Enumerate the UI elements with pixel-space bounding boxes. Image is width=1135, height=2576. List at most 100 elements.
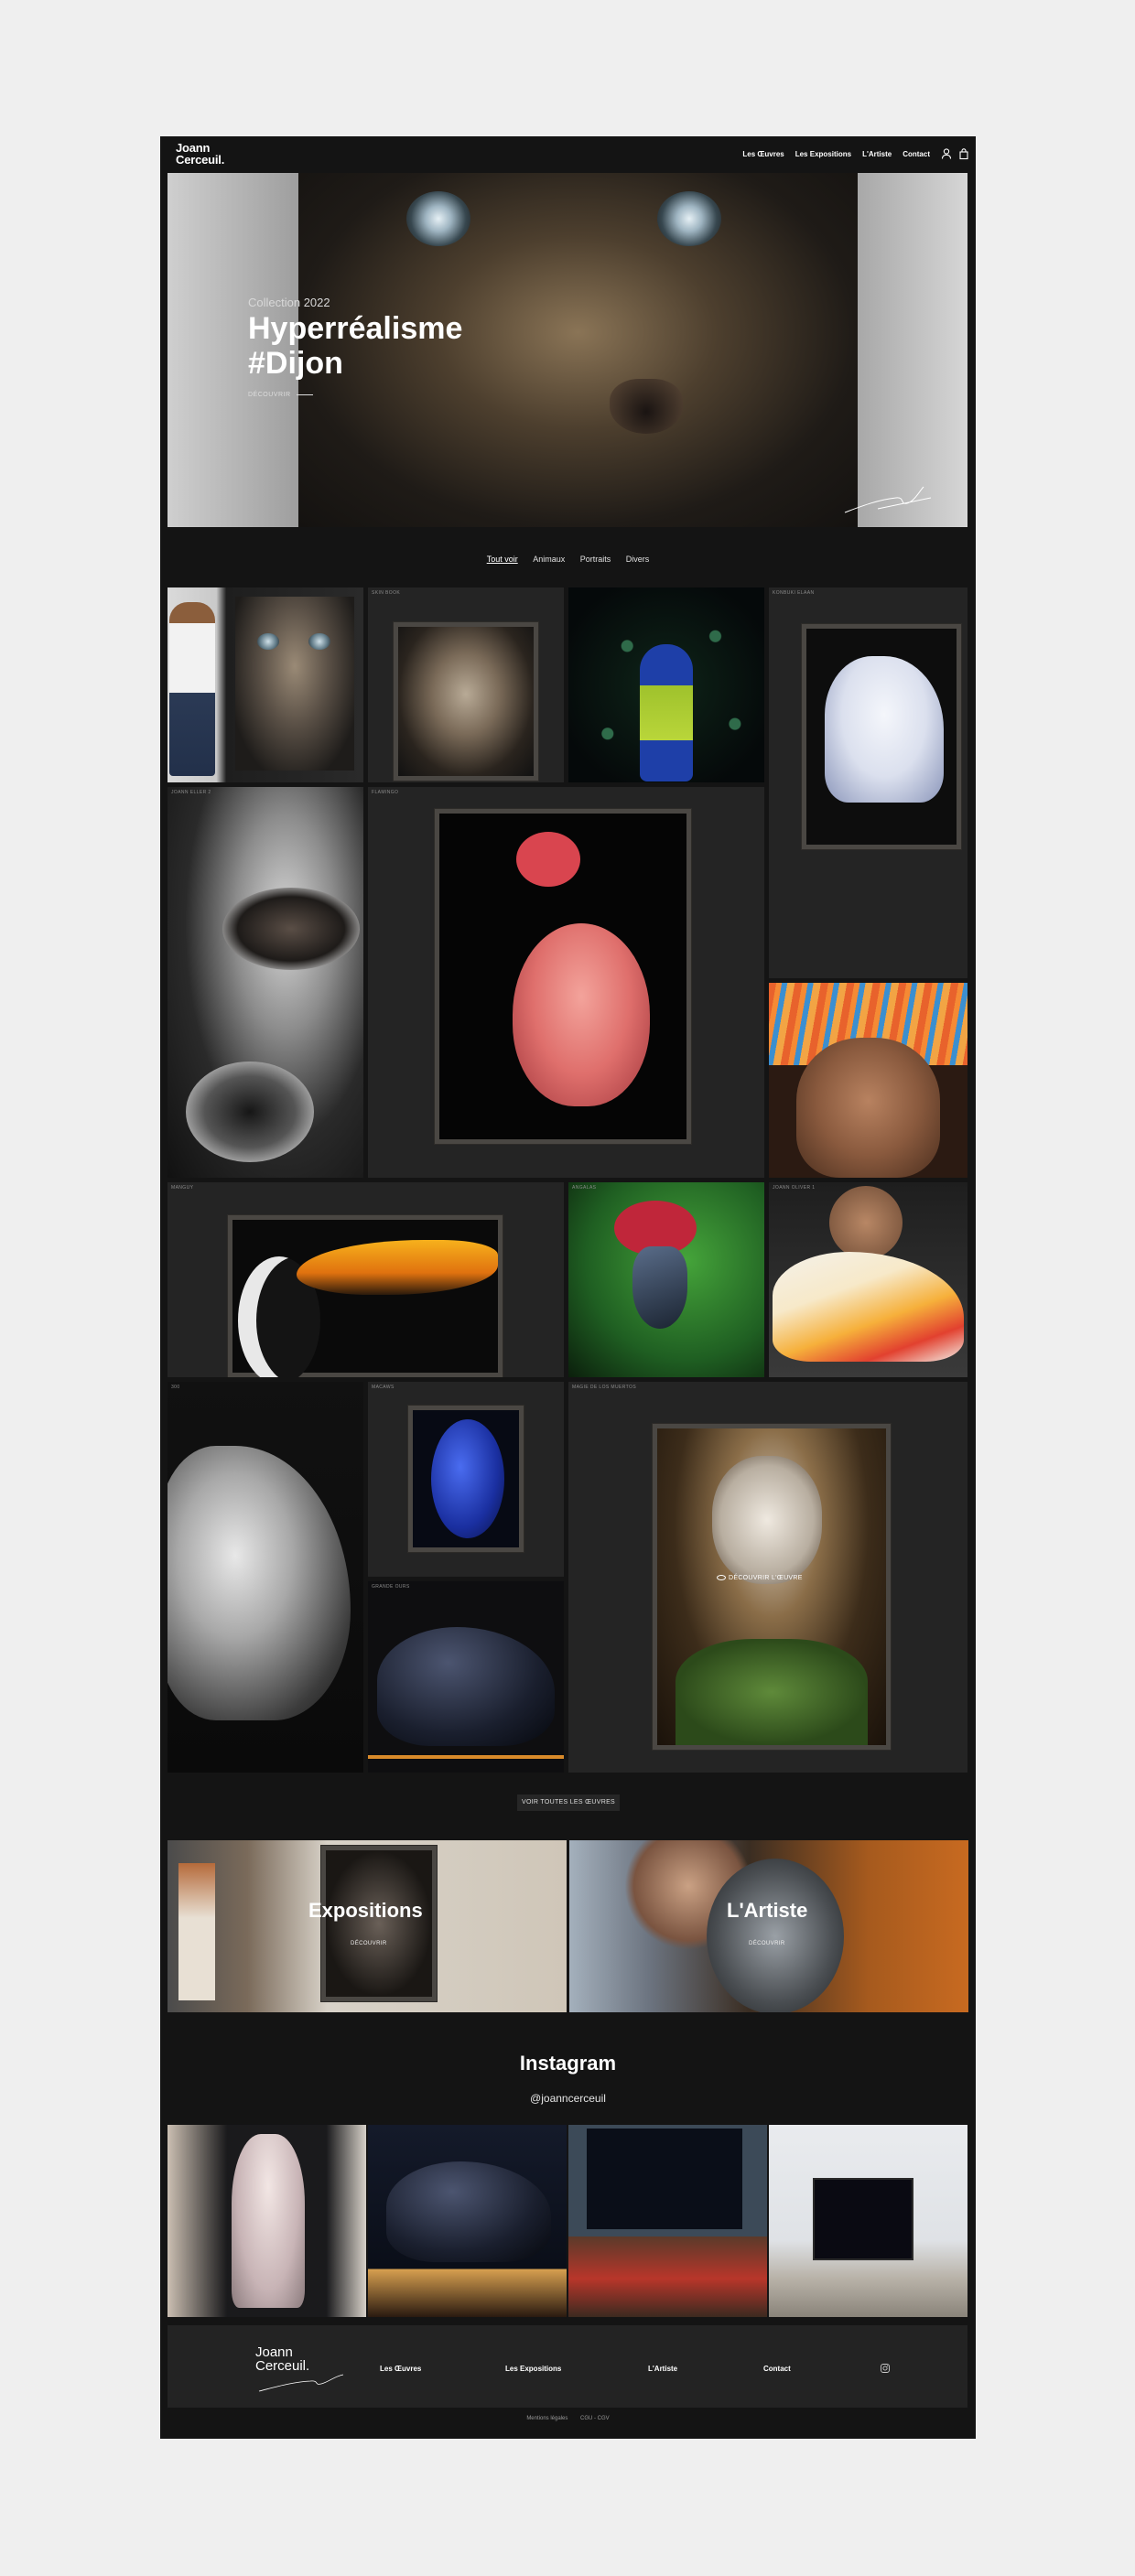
gallery-item-hyacinth-macaw[interactable]: MACAWS — [368, 1382, 564, 1577]
nav-artiste[interactable]: L'Artiste — [862, 150, 892, 158]
footer-nav-expositions[interactable]: Les Expositions — [505, 2365, 561, 2373]
instagram-icon[interactable] — [881, 2364, 890, 2373]
hero-title-line-2: #Dijon — [248, 346, 343, 381]
gallery-item-black-bear[interactable]: GRANDE OURS — [368, 1581, 564, 1773]
warm-light — [368, 1755, 564, 1759]
user-icon[interactable] — [940, 147, 953, 160]
glass-owl-sculpture — [232, 2134, 305, 2308]
gallery-item-catrina[interactable]: MAGIE DE LOS MUERTOS DÉCOUVRIR L'ŒUVRE — [568, 1382, 967, 1773]
gallery-item-peacock[interactable] — [568, 587, 764, 782]
footer-logo-line-1: Joann — [255, 2344, 293, 2360]
flamingo-body — [513, 923, 650, 1106]
gallery-item-porcelain-bear[interactable]: KONBUKI ELAAN — [769, 587, 967, 978]
silver-car — [168, 1446, 351, 1720]
tile-label: MACAWS — [372, 1385, 395, 1390]
legal-links: Mentions légales CGU - CGV — [160, 2416, 976, 2421]
tile-label: GRANDE OURS — [372, 1584, 410, 1590]
gallery-item-woman-eye[interactable]: JOANN ELLER 2 — [168, 787, 363, 1178]
hero-text: Collection 2022 Hyperréalisme #Dijon DÉC… — [248, 296, 462, 398]
logo[interactable]: Joann Cerceuil. — [176, 142, 224, 166]
nav-oeuvres[interactable]: Les Œuvres — [742, 150, 784, 158]
promo-artiste[interactable]: L'Artiste DÉCOUVRIR — [569, 1840, 968, 2012]
painted-sneaker — [773, 1252, 964, 1362]
filter-tout-voir[interactable]: Tout voir — [487, 555, 518, 564]
instagram-post-3[interactable] — [568, 2125, 767, 2317]
footer-nav-oeuvres[interactable]: Les Œuvres — [380, 2365, 421, 2373]
hero-wall-right — [858, 173, 967, 527]
leopard-eye-left — [406, 191, 470, 246]
gallery-item-car[interactable]: 300 — [168, 1382, 363, 1773]
footer-logo[interactable]: Joann Cerceuil. — [255, 2345, 347, 2396]
indigenous-face — [796, 1038, 940, 1178]
painted-eye — [222, 888, 360, 970]
cart-icon[interactable] — [957, 147, 970, 160]
promo-discover-link[interactable]: DÉCOUVRIR — [351, 1941, 387, 1946]
macaw-body — [431, 1419, 504, 1538]
gallery-item-toucan[interactable]: MANGUY — [168, 1182, 564, 1377]
footer-nav-artiste[interactable]: L'Artiste — [648, 2365, 677, 2373]
footer-logo-line-2: Cerceuil. — [255, 2358, 310, 2374]
gallery-item-indigenous-man[interactable] — [769, 983, 967, 1178]
man-head — [829, 1186, 903, 1259]
gallery-item-artist-leopard[interactable] — [168, 587, 363, 782]
instagram-post-4[interactable] — [769, 2125, 967, 2317]
promo-title: Expositions — [308, 1899, 423, 1922]
eye-left — [257, 633, 279, 650]
gallery-item-old-woman[interactable]: SKIN BOOK — [368, 587, 564, 782]
tile-label: ANGALAS — [572, 1185, 597, 1191]
logo-line-2: Cerceuil. — [176, 153, 225, 167]
toucan-beak — [297, 1240, 498, 1295]
bear-painting-in-room — [587, 2129, 742, 2229]
promo-discover-link[interactable]: DÉCOUVRIR — [749, 1941, 785, 1946]
promo-title: L'Artiste — [727, 1899, 808, 1922]
tile-label: MAGIE DE LOS MUERTOS — [572, 1385, 637, 1390]
view-all-works-button[interactable]: VOIR TOUTES LES ŒUVRES — [517, 1795, 620, 1811]
catrina-face — [712, 1456, 822, 1584]
hero-discover-link[interactable]: DÉCOUVRIR — [248, 392, 462, 398]
hero-banner: Collection 2022 Hyperréalisme #Dijon DÉC… — [168, 173, 967, 527]
sculpture-being-painted — [707, 1859, 844, 2012]
gallery-item-flamingo[interactable]: FLAMINGO — [368, 787, 764, 1178]
nav-expositions[interactable]: Les Expositions — [795, 150, 851, 158]
hero-title: Hyperréalisme #Dijon — [248, 311, 462, 381]
exhibited-portrait — [321, 1846, 437, 2001]
bear-painting-in-living-room — [813, 2178, 913, 2260]
hero-kicker: Collection 2022 — [248, 296, 330, 309]
tile-label: SKIN BOOK — [372, 590, 401, 596]
copper-still — [178, 1863, 215, 2000]
footer: Joann Cerceuil. Les Œuvres Les Expositio… — [168, 2325, 967, 2408]
tile-label: 300 — [171, 1385, 180, 1390]
legal-cgu-link[interactable]: CGU - CGV — [580, 2416, 610, 2421]
main-nav: Les Œuvres Les Expositions L'Artiste Con… — [742, 150, 930, 158]
gallery-item-sneaker[interactable]: JOANN OLIVER 1 — [769, 1182, 967, 1377]
promo-expositions[interactable]: Expositions DÉCOUVRIR — [168, 1840, 567, 2012]
instagram-handle[interactable]: @joanncerceuil — [160, 2092, 976, 2105]
hover-discover-label[interactable]: DÉCOUVRIR L'ŒUVRE — [717, 1575, 803, 1581]
page: Joann Cerceuil. Les Œuvres Les Expositio… — [160, 136, 976, 2439]
tile-label: KONBUKI ELAAN — [773, 590, 815, 596]
eye-icon — [717, 1575, 726, 1581]
catrina-dress — [676, 1639, 868, 1745]
tile-label: MANGUY — [171, 1185, 194, 1191]
painted-nose — [186, 1062, 314, 1162]
site-header: Joann Cerceuil. Les Œuvres Les Expositio… — [160, 136, 976, 173]
leopard-painting — [235, 597, 354, 771]
footer-nav-contact[interactable]: Contact — [763, 2365, 791, 2373]
hero-title-line-1: Hyperréalisme — [248, 311, 463, 346]
signature-icon — [844, 486, 932, 513]
filter-divers[interactable]: Divers — [626, 555, 650, 564]
instagram-post-2[interactable] — [368, 2125, 567, 2317]
instagram-post-1[interactable] — [168, 2125, 366, 2317]
catrina-painting — [653, 1424, 891, 1750]
black-bear-sculpture — [377, 1627, 555, 1746]
hyacinth-macaw-painting — [408, 1406, 524, 1552]
tile-label: JOANN ELLER 2 — [171, 790, 211, 795]
tile-label: FLAMINGO — [372, 790, 399, 795]
leopard-nose — [610, 379, 683, 434]
nav-contact[interactable]: Contact — [903, 150, 930, 158]
gallery-item-parrot[interactable]: ANGALAS — [568, 1182, 764, 1377]
filter-animaux[interactable]: Animaux — [533, 555, 565, 564]
filter-portraits[interactable]: Portraits — [580, 555, 611, 564]
bear-on-easel — [386, 2161, 551, 2262]
legal-mentions-link[interactable]: Mentions légales — [526, 2416, 568, 2421]
